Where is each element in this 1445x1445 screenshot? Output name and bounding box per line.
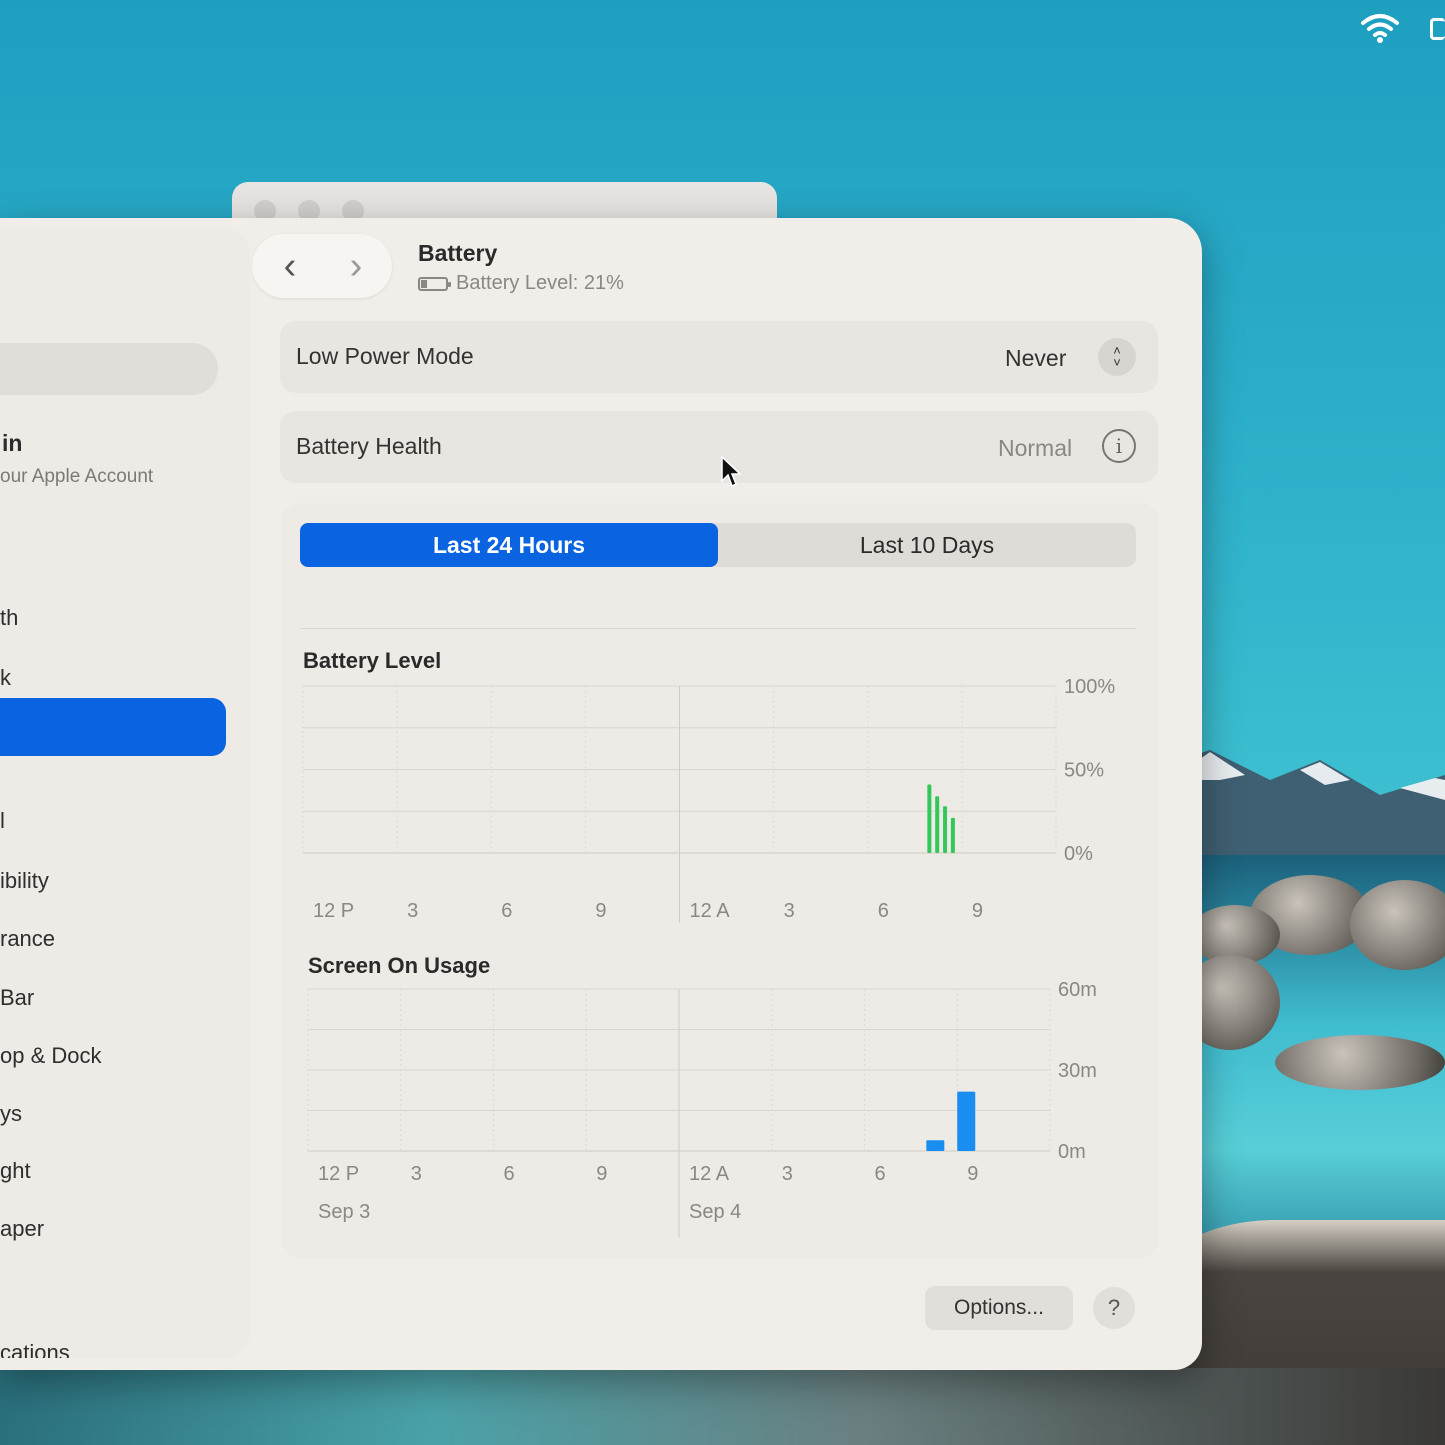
sidebar-search-field[interactable]	[0, 343, 218, 395]
battery-level-chart: 100% 50% 0% 12 P 3 6 9 12 A 3 6 9	[302, 676, 1115, 923]
battery-level-bar	[950, 817, 955, 853]
battery-level-bar	[935, 796, 940, 853]
wifi-icon[interactable]	[1360, 12, 1400, 44]
sidebar-item[interactable]: th	[0, 605, 18, 631]
account-subtitle[interactable]: our Apple Account	[0, 466, 153, 488]
tab-last-24-hours[interactable]: Last 24 Hours	[300, 523, 718, 567]
settings-window: in our Apple Account th k l ibility ranc…	[0, 218, 1202, 1370]
low-power-mode-value[interactable]: Never	[1005, 345, 1066, 372]
forward-chevron-icon[interactable]: ›	[338, 247, 374, 285]
x-tick-label: 3	[784, 900, 795, 922]
time-range-segmented-control: Last 24 Hours Last 10 Days	[300, 523, 1136, 567]
sidebar-item-notifications[interactable]: cations	[0, 1340, 70, 1358]
x-tick-label: 9	[596, 1163, 607, 1185]
account-name[interactable]: in	[2, 430, 22, 457]
tab-last-10-days[interactable]: Last 10 Days	[718, 523, 1136, 567]
x-tick-label: 3	[407, 900, 418, 922]
navigation-buttons: ‹ ›	[252, 234, 392, 298]
x-tick-label: 3	[411, 1163, 422, 1185]
page-title: Battery	[418, 240, 498, 266]
x-tick-label: 12 P	[318, 1163, 359, 1185]
x-tick-label: 9	[967, 1163, 978, 1185]
x-tick-label: 12 P	[313, 900, 354, 922]
screen-usage-bar	[957, 1091, 976, 1151]
info-icon[interactable]: i	[1102, 429, 1136, 463]
x-tick-label: 6	[875, 1163, 886, 1185]
battery-health-value: Normal	[998, 435, 1073, 461]
battery-level-chart-title: Battery Level	[303, 648, 442, 673]
battery-health-row: Battery Health Normal i	[280, 411, 1158, 483]
back-chevron-icon[interactable]: ‹	[272, 247, 308, 285]
x-tick-label: 6	[878, 900, 889, 922]
usage-chart-panel: Last 24 Hours Last 10 Days Battery Level…	[282, 503, 1158, 1258]
sidebar-item-battery-selected[interactable]	[0, 698, 226, 756]
low-power-mode-label: Low Power Mode	[296, 343, 474, 369]
battery-level-text: Battery Level: 21%	[456, 272, 624, 294]
sidebar-item-menu-bar[interactable]: Bar	[0, 985, 34, 1011]
x-tick-label: 6	[501, 900, 512, 922]
battery-level-subtitle: Battery Level: 21%	[418, 272, 624, 295]
sidebar-item-spotlight[interactable]: ght	[0, 1158, 31, 1184]
y-tick-label: 0%	[1064, 843, 1093, 865]
battery-health-label: Battery Health	[296, 433, 442, 459]
options-button[interactable]: Options...	[925, 1286, 1073, 1330]
sidebar-item-accessibility[interactable]: ibility	[0, 868, 49, 894]
sidebar-item[interactable]: k	[0, 665, 11, 691]
x-tick-label: 6	[504, 1163, 515, 1185]
mouse-cursor-icon	[721, 455, 742, 488]
sidebar-item-appearance[interactable]: rance	[0, 926, 55, 952]
battery-level-bar	[927, 784, 932, 853]
screen-on-usage-chart: 60m 30m 0m 12 P 3 6 9 12 A 3 6 9 Sep 3 Sep 4	[307, 979, 1097, 1237]
divider	[300, 628, 1136, 629]
help-button[interactable]: ?	[1093, 1287, 1135, 1329]
sidebar-item[interactable]: l	[0, 808, 5, 834]
y-tick-label: 60m	[1058, 979, 1097, 1001]
screen-usage-bar	[926, 1140, 945, 1151]
x-tick-label: 9	[595, 900, 606, 922]
x-tick-label: 3	[782, 1163, 793, 1185]
x-tick-label: 9	[972, 900, 983, 922]
x-tick-label: 12 A	[690, 900, 731, 922]
battery-low-icon	[418, 276, 451, 291]
chevron-up-down-icon[interactable]: ˄ ˅	[1098, 338, 1136, 376]
y-tick-label: 30m	[1058, 1060, 1097, 1082]
date-label: Sep 3	[318, 1201, 370, 1223]
battery-level-bar	[943, 806, 948, 853]
y-tick-label: 100%	[1064, 676, 1115, 698]
y-tick-label: 0m	[1058, 1141, 1086, 1163]
sidebar-item-wallpaper[interactable]: aper	[0, 1216, 44, 1242]
menubar-battery-icon[interactable]	[1430, 18, 1445, 40]
sidebar-item-desktop-dock[interactable]: op & Dock	[0, 1043, 102, 1069]
low-power-mode-row: Low Power Mode Never ˄ ˅	[280, 321, 1158, 393]
sidebar: in our Apple Account th k l ibility ranc…	[0, 228, 250, 1358]
y-tick-label: 50%	[1064, 760, 1104, 782]
sidebar-item-displays[interactable]: ys	[0, 1101, 22, 1127]
wallpaper-rocks	[0, 1368, 1445, 1445]
date-label: Sep 4	[689, 1201, 741, 1223]
x-tick-label: 12 A	[689, 1163, 730, 1185]
